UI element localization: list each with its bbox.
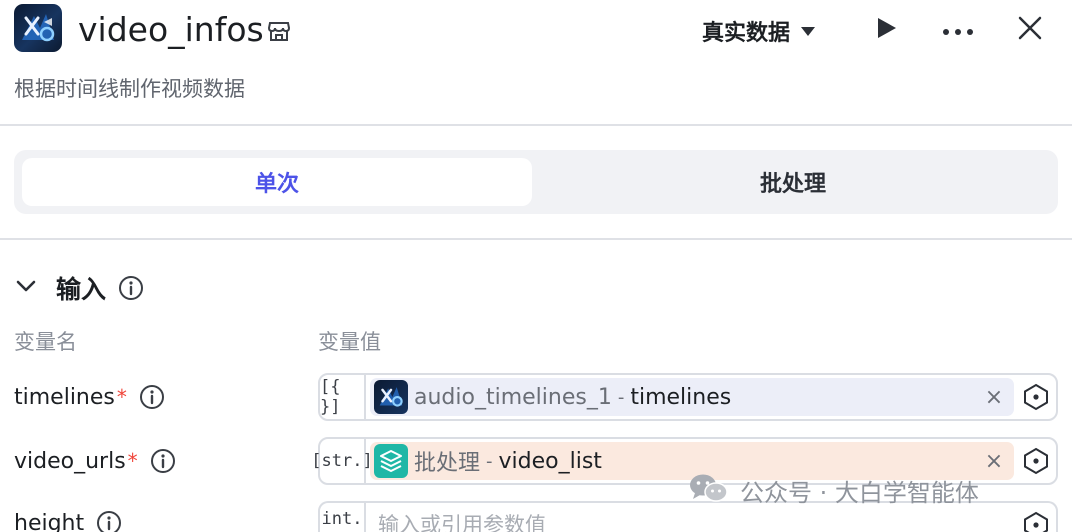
timelines-field[interactable]: [{ }] audio_timelines_1 - timelines × [318, 373, 1058, 421]
type-tag: [{ }] [320, 375, 366, 419]
node-description: 根据时间线制作视频数据 [14, 77, 245, 101]
info-icon[interactable] [96, 510, 122, 532]
clear-icon[interactable]: × [982, 382, 1006, 412]
caret-down-icon [800, 22, 816, 41]
variable-name: height [14, 510, 85, 532]
info-icon[interactable] [118, 275, 144, 301]
tab-batch[interactable]: 批处理 [536, 158, 1050, 206]
panel-header: video_infos 真实数据 [0, 0, 1072, 60]
wechat-icon [688, 472, 730, 508]
variable-label-video-urls: video_urls * [14, 446, 176, 476]
watermark-text: 公众号 · 大白学智能体 [740, 478, 979, 507]
variable-picker-icon[interactable] [1022, 447, 1050, 475]
reference-chip[interactable]: audio_timelines_1 - timelines × [370, 378, 1014, 416]
variable-picker-icon[interactable] [1022, 511, 1050, 532]
height-input-placeholder[interactable]: 输入或引用参数值 [378, 509, 546, 532]
reference-variable: video_list [498, 448, 602, 474]
required-mark: * [116, 385, 127, 409]
reference-separator: - [486, 450, 493, 472]
reference-separator: - [617, 386, 625, 408]
required-mark: * [127, 449, 138, 473]
type-tag: int. [320, 503, 366, 532]
data-mode-select[interactable]: 真实数据 [702, 14, 816, 48]
store-icon[interactable] [266, 18, 292, 44]
data-mode-label: 真实数据 [702, 21, 791, 46]
chevron-down-icon[interactable] [14, 278, 38, 298]
layers-icon [374, 444, 408, 478]
close-button[interactable] [1012, 12, 1048, 48]
reference-variable: timelines [630, 384, 732, 410]
divider [0, 124, 1072, 126]
variable-label-height: height [14, 508, 122, 532]
input-section-header[interactable]: 输入 [14, 268, 144, 308]
variable-label-timelines: timelines * [14, 382, 165, 412]
reference-source: audio_timelines_1 [414, 384, 612, 410]
app-logo-icon [374, 380, 408, 414]
close-icon [1018, 16, 1042, 44]
app-logo-icon [14, 4, 62, 52]
type-tag: [str.] [311, 439, 373, 483]
column-header-name: 变量名 [14, 330, 77, 354]
tab-single[interactable]: 单次 [22, 158, 532, 206]
play-icon [875, 16, 897, 44]
column-header-value: 变量值 [318, 330, 381, 354]
divider [0, 238, 1072, 240]
reference-source: 批处理 [414, 451, 481, 476]
info-icon[interactable] [139, 384, 165, 410]
watermark: 公众号 · 大白学智能体 [688, 472, 979, 508]
clear-icon[interactable]: × [982, 446, 1006, 476]
run-button[interactable] [868, 12, 904, 48]
variable-picker-icon[interactable] [1022, 383, 1050, 411]
run-mode-tabs: 单次 批处理 [14, 150, 1058, 214]
section-title: 输入 [56, 275, 107, 304]
page-title: video_infos [78, 10, 264, 49]
variable-name: video_urls [14, 448, 126, 474]
info-icon[interactable] [150, 448, 176, 474]
more-icon [942, 21, 974, 40]
more-button[interactable] [940, 12, 976, 48]
variable-name: timelines [14, 384, 115, 410]
